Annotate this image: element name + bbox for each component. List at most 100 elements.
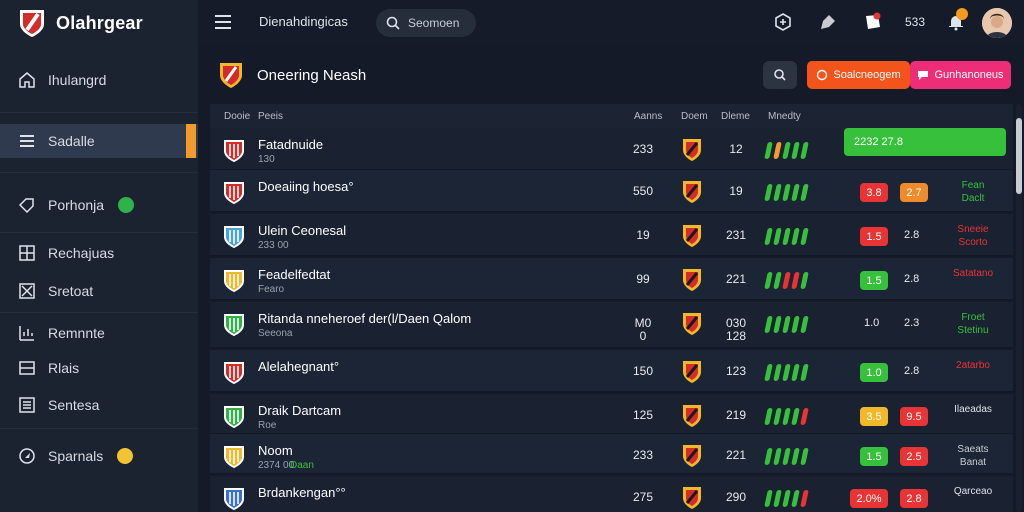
form-mark — [773, 184, 782, 201]
odds-highlight[interactable]: 2232 27.8 — [844, 128, 1006, 156]
team-name[interactable]: Feadelfedtat — [258, 267, 330, 282]
status-badge — [118, 197, 135, 213]
odds-pill[interactable]: 3.5 — [860, 407, 888, 426]
sidebar: Olahrgear Ihulangrd Sadalle Porhonja Rec… — [0, 0, 198, 512]
standings-table: Dooie Peeis Aanns Doem Dleme Mnedty Fata… — [210, 104, 1013, 512]
app-logo[interactable]: Olahrgear — [18, 8, 143, 38]
table-row[interactable]: Brdankengan°° 275 290 Qarceao 2.0% 2.8 — [210, 476, 1013, 512]
odds-pill[interactable]: 1.5 — [860, 227, 888, 246]
odds-pill[interactable]: 1.5 — [860, 447, 888, 466]
table-row[interactable]: Ritanda nneheroef der(l/Daen Qalom Seeon… — [210, 302, 1013, 348]
form-mark — [764, 490, 773, 507]
column-header[interactable]: Doem — [681, 111, 708, 122]
team-name[interactable]: Alelahegnant° — [258, 359, 339, 374]
odds-pill[interactable]: 2.3 — [904, 317, 919, 329]
menu-icon[interactable] — [214, 14, 232, 30]
team-subtext: 2374 00 — [258, 460, 295, 471]
stat-value: 275 — [632, 490, 654, 504]
odds-pill[interactable]: 2.8 — [900, 489, 928, 508]
sidebar-item-label: Sentesa — [48, 397, 100, 413]
form-mark — [782, 272, 791, 289]
form-mark — [800, 364, 809, 381]
table-row[interactable]: Draik Dartcam Roe 125 219 Ilaeadas 3.5 9.… — [210, 394, 1013, 434]
odds-pill[interactable]: 1.0 — [864, 317, 879, 329]
grid-icon — [19, 245, 35, 261]
sidebar-item-sentesa[interactable]: Sentesa — [0, 388, 198, 422]
team-name[interactable]: Noom — [258, 443, 293, 458]
table-row[interactable]: Ulein Ceonesal 233 00 19 231 Sneeie Scor… — [210, 214, 1013, 256]
team-name[interactable]: Draik Dartcam — [258, 403, 341, 418]
row-label: Saeats Banat — [957, 444, 989, 468]
row-label: Ilaeadas — [954, 404, 992, 415]
odds-pill[interactable]: 1.5 — [860, 271, 888, 290]
table-row[interactable]: Fatadnuide 130 233 12 Sonrsa 2232 27.8 — [210, 128, 1013, 170]
column-header[interactable]: Peeis — [258, 111, 283, 122]
doc-icon — [19, 397, 35, 413]
camera-button[interactable] — [763, 61, 797, 89]
form-mark — [764, 184, 773, 201]
orange-button-label: Soalcneogem — [833, 69, 901, 81]
sidebar-item-sparnals[interactable]: Sparnals — [0, 439, 198, 473]
sidebar-item-remnnte[interactable]: Remnnte — [0, 316, 198, 350]
column-header[interactable]: Mnedty — [768, 111, 801, 122]
sidebar-item-sadalle[interactable]: Sadalle — [0, 124, 198, 158]
stat-value: 233 — [632, 448, 654, 462]
form-mark — [782, 142, 791, 159]
chart-icon — [19, 326, 34, 341]
orange-action-button[interactable]: Soalcneogem — [807, 61, 910, 89]
form-mark — [773, 408, 782, 425]
team-crest-icon — [224, 270, 244, 292]
odds-pill[interactable]: 9.5 — [900, 407, 928, 426]
rows-icon — [19, 361, 35, 375]
globe-icon[interactable] — [773, 12, 793, 32]
odds-pill[interactable]: 2.8 — [904, 365, 919, 377]
form-indicator — [764, 448, 809, 465]
sidebar-item-rechajuas[interactable]: Rechajuas — [0, 236, 198, 270]
sidebar-item-porhonja[interactable]: Porhonja — [0, 188, 198, 222]
team-crest-icon — [224, 362, 244, 384]
pink-button-label: Gunhanoneus — [934, 69, 1004, 81]
odds-pill[interactable]: 2.7 — [900, 183, 928, 202]
table-row[interactable]: Noom 2374 00 233 221 Saeats Banat Daan 1.… — [210, 434, 1013, 474]
odds-pill[interactable]: 2.0% — [850, 489, 888, 508]
form-mark — [782, 364, 791, 381]
tag-icon[interactable] — [818, 12, 838, 32]
team-name[interactable]: Brdankengan°° — [258, 485, 346, 500]
team-crest-icon — [224, 140, 244, 162]
camera-icon — [774, 69, 786, 81]
status-badge — [117, 448, 134, 464]
odds-pill[interactable]: 2.8 — [904, 273, 919, 285]
sidebar-item-sretoat[interactable]: Sretoat — [0, 274, 198, 308]
column-header[interactable]: Dooie — [224, 111, 250, 122]
form-mark — [764, 448, 773, 465]
team-name[interactable]: Ulein Ceonesal — [258, 223, 346, 238]
search-input[interactable]: Seomoen — [376, 9, 476, 37]
table-row[interactable]: Feadelfedtat Fearo 99 221 Satatano 1.5 2.… — [210, 258, 1013, 300]
team-name[interactable]: Fatadnuide — [258, 137, 323, 152]
team-name[interactable]: Ritanda nneheroef der(l/Daen Qalom — [258, 311, 471, 326]
table-row[interactable]: Doeaiing hoesa° 550 19 Fean Daclt 3.8 2.7 — [210, 170, 1013, 212]
row-label: Fean Daclt — [961, 180, 985, 204]
odds-pill[interactable]: 1.0 — [860, 363, 888, 382]
table-row[interactable]: Alelahegnant° 150 123 2atarbo 1.0 2.8 — [210, 350, 1013, 392]
column-header[interactable]: Dleme — [721, 111, 750, 122]
odds-pill[interactable]: 2.8 — [904, 229, 919, 241]
team-name[interactable]: Doeaiing hoesa° — [258, 179, 354, 194]
column-header[interactable]: Aanns — [634, 111, 662, 122]
scrollbar-thumb[interactable] — [1016, 118, 1022, 194]
sidebar-item-rlais[interactable]: Rlais — [0, 351, 198, 385]
home-icon — [19, 72, 35, 88]
odds-pill[interactable]: 3.8 — [860, 183, 888, 202]
alert-icon[interactable] — [863, 12, 883, 32]
form-indicator — [764, 228, 809, 245]
avatar[interactable] — [982, 8, 1012, 38]
team-crest-icon — [224, 182, 244, 204]
form-mark — [782, 408, 791, 425]
odds-pill[interactable]: 2.5 — [900, 447, 928, 466]
sidebar-item-ihulangrd[interactable]: Ihulangrd — [0, 63, 198, 97]
team-subtext: Fearo — [258, 284, 285, 295]
stat-value: 12 — [729, 142, 743, 156]
pink-action-button[interactable]: Gunhanoneus — [910, 61, 1011, 89]
form-mark — [773, 228, 782, 245]
table-header: Dooie Peeis Aanns Doem Dleme Mnedty — [210, 104, 1013, 128]
